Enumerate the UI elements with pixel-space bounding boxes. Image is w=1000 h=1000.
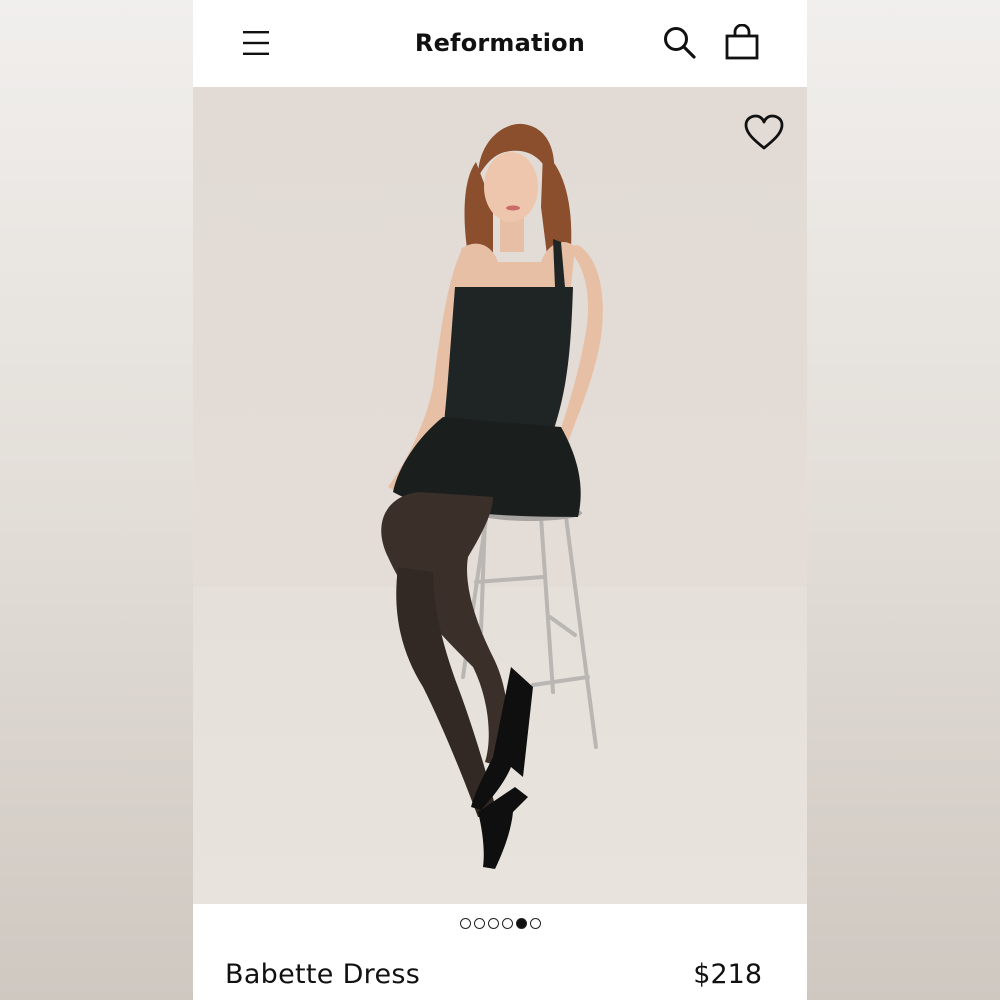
background-right [807, 0, 1000, 1000]
product-price: $218 [693, 959, 762, 990]
hamburger-menu-icon [243, 31, 269, 55]
brand-logo[interactable]: Reformation [400, 25, 600, 61]
favorite-button[interactable] [742, 113, 786, 153]
top-nav-bar: Reformation [193, 0, 807, 87]
carousel-pagination [193, 912, 807, 934]
pagination-dot[interactable] [529, 917, 541, 929]
pagination-dot[interactable] [501, 917, 513, 929]
product-name: Babette Dress [225, 959, 421, 990]
pagination-dot[interactable] [459, 917, 471, 929]
product-photo [381, 123, 603, 869]
shopping-bag-icon [725, 23, 759, 60]
pagination-dot[interactable] [487, 917, 499, 929]
menu-button[interactable] [240, 29, 272, 57]
shopping-bag-button[interactable] [722, 23, 762, 62]
heart-icon [744, 114, 784, 150]
background-left [0, 0, 193, 1000]
mobile-screen: Reformation Babette Dress $218 [193, 0, 807, 1000]
pagination-dot[interactable] [515, 917, 527, 929]
search-button[interactable] [661, 24, 699, 62]
search-icon [664, 27, 696, 59]
product-image-carousel[interactable] [193, 87, 807, 904]
pagination-dot[interactable] [473, 917, 485, 929]
